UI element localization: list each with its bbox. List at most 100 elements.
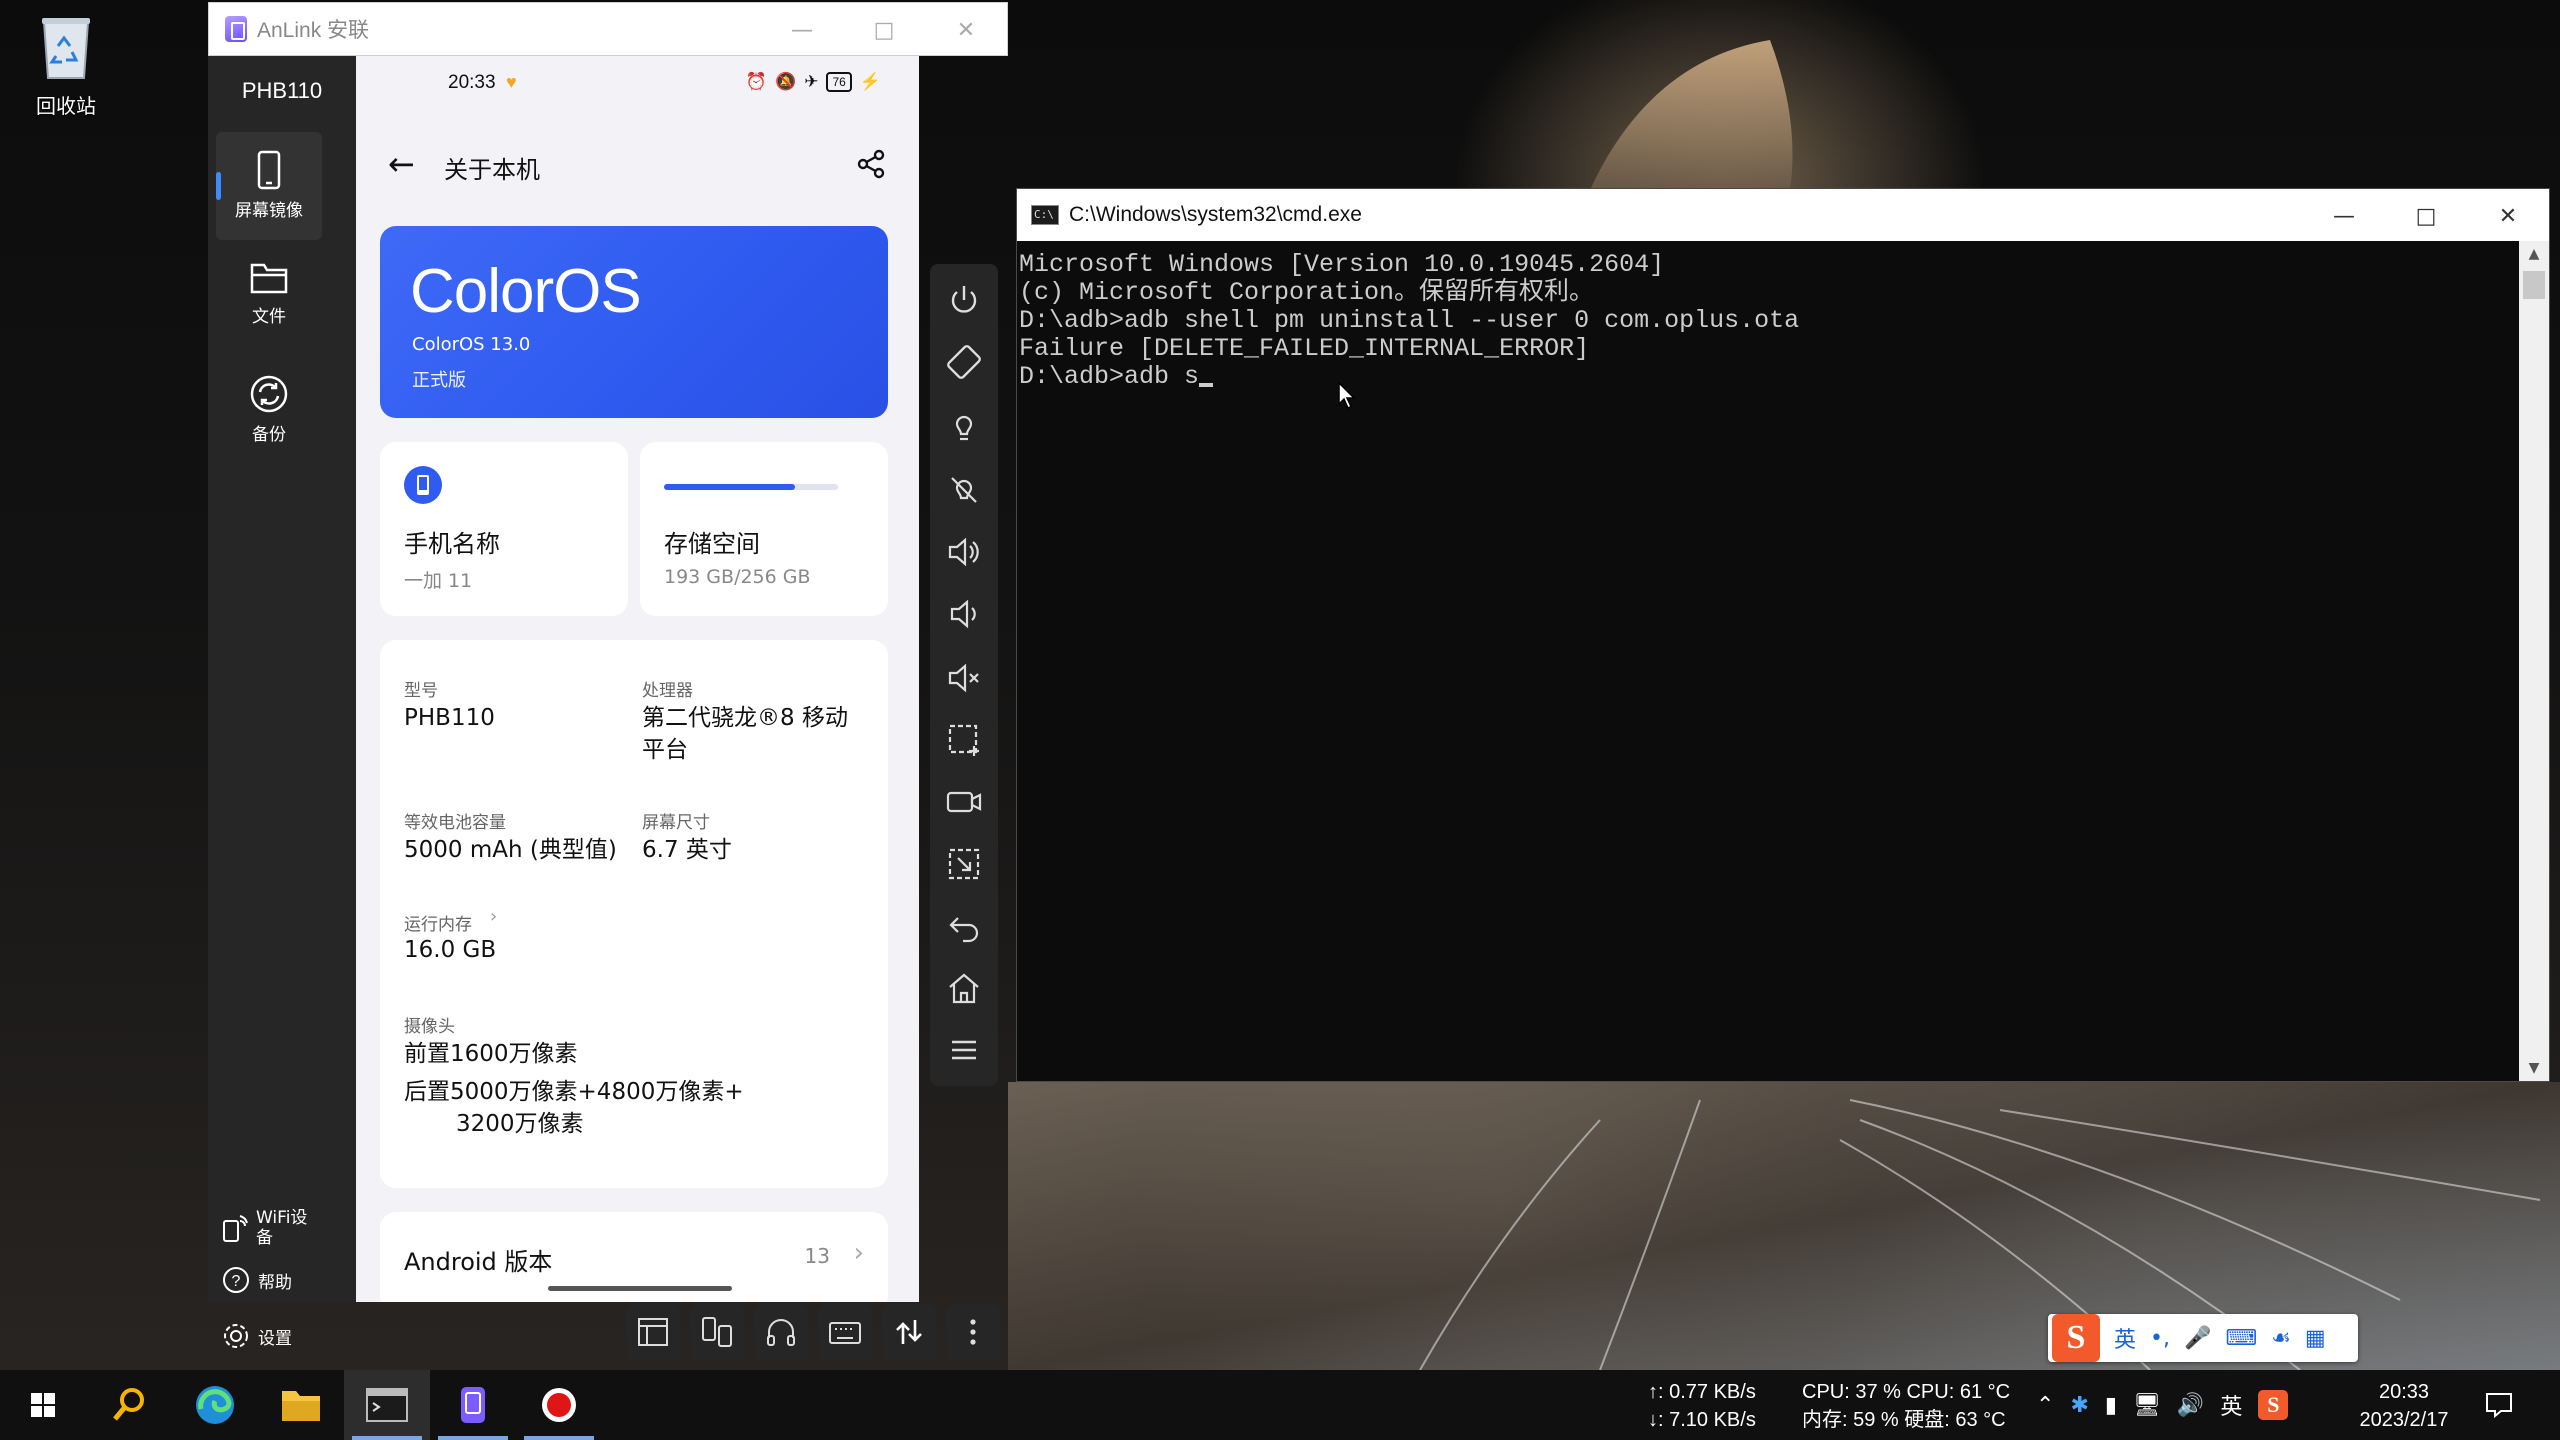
microphone-icon[interactable]: 🎤: [2184, 1326, 2211, 1351]
keyboard-button[interactable]: [818, 1304, 872, 1360]
anlink-titlebar[interactable]: AnLink 安联 — □ ✕: [208, 2, 1008, 56]
mute-volume-icon[interactable]: [944, 658, 984, 698]
power-icon[interactable]: [944, 280, 984, 320]
ime-punctuation-toggle[interactable]: •,: [2150, 1326, 2170, 1351]
sidebar-item-files[interactable]: 文件: [216, 242, 322, 350]
scroll-down-arrow-icon[interactable]: ▼: [2519, 1055, 2549, 1081]
share-icon[interactable]: [855, 148, 887, 180]
device-name: PHB110: [241, 78, 323, 103]
wifi-device-button[interactable]: WiFi设备: [222, 1208, 316, 1248]
notification-center-icon[interactable]: [2484, 1390, 2514, 1420]
cmd-app-icon: C:\: [1031, 205, 1059, 225]
folder-icon: [250, 263, 288, 294]
model-label: 型号: [404, 681, 438, 701]
phone-control-toolbar: [930, 264, 998, 1086]
taskbar-cmd[interactable]: [344, 1370, 430, 1440]
settings-button[interactable]: 设置: [222, 1322, 292, 1350]
volume-icon[interactable]: 🔊: [2177, 1393, 2204, 1418]
ime-language-toggle[interactable]: 英: [2114, 1322, 2136, 1354]
cmd-window: C:\ C:\Windows\system32\cmd.exe — □ ✕ Mi…: [1016, 188, 2550, 1082]
help-button[interactable]: ? 帮助: [222, 1266, 292, 1294]
menu-icon[interactable]: [944, 1030, 984, 1070]
ram-value: 16.0 GB: [404, 937, 497, 963]
chevron-right-icon[interactable]: ›: [490, 906, 497, 927]
screen-off-icon[interactable]: [944, 470, 984, 510]
console-input-line[interactable]: D:\adb>adb s: [1019, 363, 2517, 391]
skin-icon[interactable]: ☙: [2271, 1326, 2291, 1351]
back-icon[interactable]: [944, 906, 984, 946]
bluetooth-icon[interactable]: ✱: [2070, 1393, 2088, 1418]
close-button[interactable]: ✕: [925, 3, 1007, 57]
close-button[interactable]: ✕: [2467, 189, 2549, 243]
cmd-titlebar[interactable]: C:\ C:\Windows\system32\cmd.exe — □ ✕: [1017, 189, 2549, 241]
svg-text:?: ?: [232, 1273, 241, 1290]
help-icon: ?: [223, 1267, 249, 1293]
sidebar-item-label: 文件: [252, 307, 286, 327]
maximize-button[interactable]: □: [2385, 189, 2467, 243]
taskbar-file-explorer[interactable]: [258, 1370, 344, 1440]
phone-name-card[interactable]: 手机名称 一加 11: [380, 442, 628, 616]
toolbox-icon[interactable]: ▦: [2305, 1326, 2326, 1351]
phone-screen-mirror[interactable]: 20:33 ♥ ⏰ 🔕 ✈ 76 ⚡ ← 关于本机 ColorOS ColorO…: [356, 56, 919, 1302]
taskbar-recorder[interactable]: [516, 1370, 602, 1440]
maximize-button[interactable]: □: [843, 3, 925, 57]
ram-label[interactable]: 运行内存: [404, 910, 472, 935]
window-layout-button[interactable]: [626, 1304, 680, 1360]
taskbar-clock[interactable]: 20:33 2023/2/17: [2340, 1378, 2468, 1434]
alarm-icon: ⏰: [745, 72, 768, 91]
coloros-banner[interactable]: ColorOS ColorOS 13.0 正式版: [380, 226, 888, 418]
volume-down-icon[interactable]: [944, 594, 984, 634]
chevron-up-icon[interactable]: ⌃: [2036, 1393, 2054, 1418]
screenshot-icon[interactable]: [944, 720, 984, 760]
sidebar-item-label: 屏幕镜像: [235, 201, 303, 221]
region-capture-icon[interactable]: [944, 844, 984, 884]
back-arrow-icon[interactable]: ←: [388, 144, 415, 184]
network-icon[interactable]: 🖥: [2133, 1393, 2161, 1418]
soft-keyboard-icon[interactable]: ⌨: [2225, 1326, 2257, 1351]
minimize-button[interactable]: —: [2303, 189, 2385, 243]
status-time: 20:33: [448, 72, 496, 93]
settings-label: 设置: [258, 1328, 292, 1349]
input-language[interactable]: 英: [2220, 1389, 2242, 1421]
search-icon: [113, 1388, 144, 1421]
sogou-logo-icon[interactable]: S: [2052, 1314, 2100, 1362]
battery-value: 5000 mAh (典型值): [404, 837, 617, 863]
help-label: 帮助: [258, 1272, 292, 1293]
recycle-bin-label: 回收站: [36, 96, 96, 118]
battery-label: 等效电池容量: [404, 813, 506, 833]
storage-card[interactable]: 存储空间 193 GB/256 GB: [640, 442, 888, 616]
more-button[interactable]: [946, 1304, 1000, 1360]
transfer-button[interactable]: [690, 1304, 744, 1360]
cpu-label: 处理器: [642, 681, 693, 701]
search-button[interactable]: [86, 1370, 172, 1440]
screen-on-icon[interactable]: [944, 406, 984, 446]
volume-up-icon[interactable]: [944, 532, 984, 572]
cmd-console[interactable]: Microsoft Windows [Version 10.0.19045.26…: [1017, 241, 2517, 1081]
start-button[interactable]: [0, 1370, 86, 1440]
gesture-bar[interactable]: [548, 1286, 732, 1291]
clock-time: 20:33: [2378, 1381, 2430, 1403]
gear-icon: [224, 1324, 248, 1348]
power-battery-icon[interactable]: ▮: [2105, 1393, 2117, 1418]
cmd-scrollbar[interactable]: ▲ ▼: [2519, 241, 2549, 1081]
file-transfer-button[interactable]: [882, 1304, 936, 1360]
scroll-up-arrow-icon[interactable]: ▲: [2519, 241, 2549, 267]
minimize-button[interactable]: —: [761, 3, 843, 57]
home-icon[interactable]: [944, 968, 984, 1008]
battery-icon: 76: [826, 72, 852, 92]
record-video-icon[interactable]: [944, 782, 984, 822]
audio-button[interactable]: [754, 1304, 808, 1360]
scroll-thumb[interactable]: [2523, 271, 2545, 299]
cpu-stats: CPU: 37 % CPU: 61 °C: [1802, 1381, 2011, 1403]
console-prompt: D:\adb>adb s: [1019, 362, 1200, 391]
sidebar-item-screen-mirror[interactable]: 屏幕镜像: [216, 132, 322, 240]
sogou-tray-icon[interactable]: S: [2258, 1390, 2289, 1420]
recycle-bin-shortcut[interactable]: 回收站: [22, 12, 110, 119]
rotate-screen-icon[interactable]: [944, 342, 984, 382]
sidebar-item-backup[interactable]: 备份: [216, 356, 322, 464]
taskbar-edge[interactable]: [172, 1370, 258, 1440]
screen-size-value: 6.7 英寸: [642, 837, 732, 863]
storage-bar-track: [664, 484, 838, 490]
sync-icon: [250, 375, 288, 413]
taskbar-anlink[interactable]: [430, 1370, 516, 1440]
